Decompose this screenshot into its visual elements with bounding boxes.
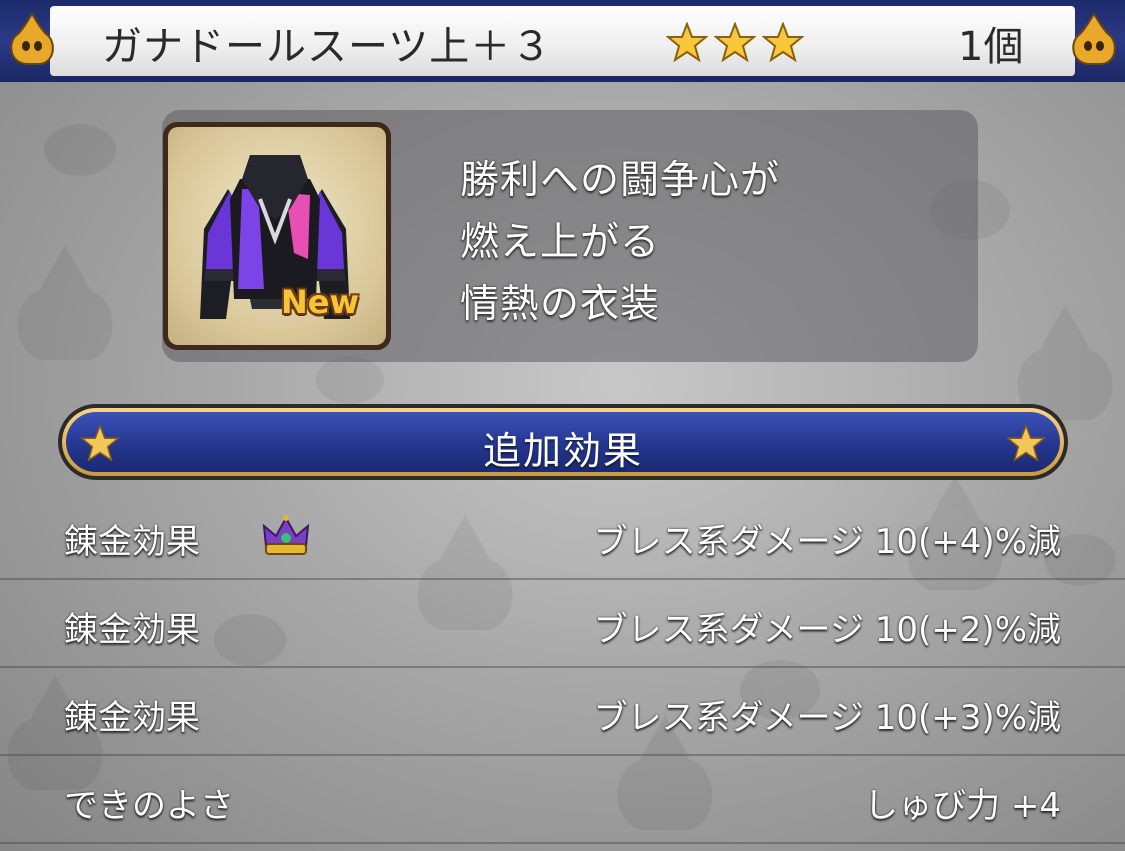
- effect-row: 錬金効果 ブレス系ダメージ 10(+3)%減: [0, 670, 1125, 756]
- effect-label: 錬金効果: [64, 698, 200, 738]
- effect-label: できのよさ: [64, 786, 234, 826]
- new-badge: New: [281, 283, 360, 321]
- description-line: 燃え上がる: [460, 220, 661, 265]
- rarity-stars: [666, 22, 804, 64]
- description-line: 情熱の衣装: [460, 282, 661, 327]
- banner-border: 追加効果: [62, 408, 1064, 476]
- star-icon: [762, 22, 804, 62]
- banner-body: 追加効果: [66, 412, 1060, 473]
- item-title: ガナドールスーツ上＋３: [102, 24, 553, 70]
- effect-label: 錬金効果: [64, 522, 200, 562]
- star-icon: [1006, 424, 1046, 462]
- effect-value: しゅび力 +4: [864, 786, 1061, 826]
- effect-row: 錬金効果 ブレス系ダメージ 10(+4)%減: [0, 494, 1125, 580]
- description-line: 勝利への闘争心が: [460, 158, 781, 203]
- star-icon: [666, 22, 708, 62]
- item-icon-background: New: [168, 127, 386, 345]
- section-title: 追加効果: [482, 429, 643, 473]
- star-icon: [714, 22, 756, 62]
- effect-row: できのよさ しゅび力 +4: [0, 758, 1125, 844]
- effect-row: 錬金効果 ブレス系ダメージ 10(+2)%減: [0, 582, 1125, 668]
- section-banner: 追加効果: [58, 404, 1068, 480]
- item-count: 1個: [958, 24, 1024, 70]
- effect-value: ブレス系ダメージ 10(+2)%減: [593, 610, 1061, 650]
- effect-label: 錬金効果: [64, 610, 200, 650]
- effect-value: ブレス系ダメージ 10(+3)%減: [593, 698, 1061, 738]
- slime-emblem-icon: [1072, 12, 1116, 65]
- item-description: 勝利への闘争心が 燃え上がる 情熱の衣装: [460, 150, 780, 336]
- crown-icon: [262, 515, 310, 555]
- header-bar: ガナドールスーツ上＋３ 1個: [0, 0, 1125, 82]
- item-icon-frame[interactable]: New: [163, 122, 391, 350]
- effect-value: ブレス系ダメージ 10(+4)%減: [593, 522, 1061, 562]
- slime-emblem-icon: [10, 12, 54, 65]
